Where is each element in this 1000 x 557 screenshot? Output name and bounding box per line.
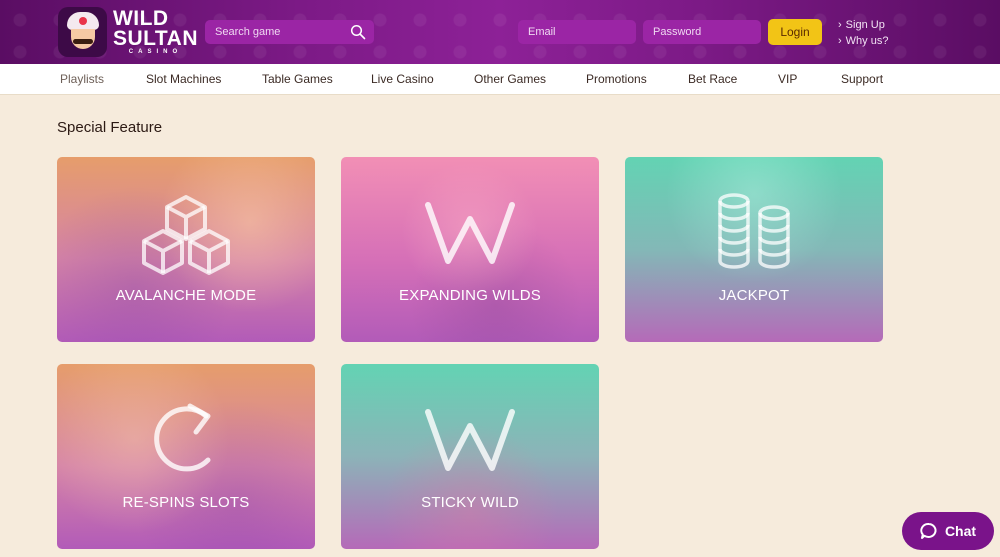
feature-card-jackpot[interactable]: JACKPOT <box>625 157 883 342</box>
nav-item-playlists[interactable]: Playlists <box>60 72 104 86</box>
nav-item-live-casino[interactable]: Live Casino <box>371 72 434 86</box>
logo-line-sultan: SULTAN <box>112 26 198 50</box>
logo-line-casino: CASINO <box>128 48 183 55</box>
signup-link[interactable]: › Sign Up <box>838 17 888 33</box>
feature-card-sticky-wild[interactable]: STICKY WILD <box>341 364 599 549</box>
chat-bubble-icon <box>920 522 937 539</box>
cubes-icon <box>142 195 230 275</box>
feature-label: STICKY WILD <box>421 494 519 511</box>
logo-line-wild: WILD <box>112 6 169 30</box>
login-button[interactable]: Login <box>768 19 822 45</box>
nav-item-other-games[interactable]: Other Games <box>474 72 546 86</box>
nav-item-bet-race[interactable]: Bet Race <box>688 72 737 86</box>
nav-item-support[interactable]: Support <box>841 72 883 86</box>
chevron-right-icon: › <box>838 19 842 31</box>
search-box <box>205 20 374 44</box>
email-field-wrap <box>518 20 636 44</box>
feature-label: RE-SPINS SLOTS <box>122 494 250 511</box>
feature-label: AVALANCHE MODE <box>115 287 257 304</box>
why-us-label: Why us? <box>845 35 889 47</box>
top-header: WILD SULTAN CASINO Login ›Sign Up ›Why u… <box>0 0 1000 64</box>
w-icon <box>425 409 515 471</box>
coin-stacks-icon <box>718 193 790 269</box>
nav-item-vip[interactable]: VIP <box>778 72 797 86</box>
nav-item-slot-machines[interactable]: Slot Machines <box>146 72 221 86</box>
chat-button[interactable]: Chat <box>902 512 994 550</box>
signup-label: Sign Up <box>845 19 885 31</box>
email-field[interactable] <box>518 20 636 44</box>
chevron-right-icon: › <box>838 35 842 47</box>
nav-item-table-games[interactable]: Table Games <box>262 72 333 86</box>
password-field-wrap <box>643 20 761 44</box>
why-us-link[interactable]: › Why us? <box>838 33 888 49</box>
search-icon[interactable] <box>350 24 366 40</box>
sultan-logo-icon <box>58 7 107 57</box>
aux-links: › Sign Up › Why us? <box>838 17 888 49</box>
logo-text: WILD SULTAN CASINO <box>112 6 198 56</box>
nav-item-promotions[interactable]: Promotions <box>586 72 647 86</box>
w-icon <box>425 202 515 264</box>
feature-card-avalanche-mode[interactable]: AVALANCHE MODE <box>57 157 315 342</box>
password-field[interactable] <box>643 20 761 44</box>
feature-card-expanding-wilds[interactable]: EXPANDING WILDS <box>341 157 599 342</box>
section-title: Special Feature <box>57 119 163 136</box>
feature-label: EXPANDING WILDS <box>399 287 541 304</box>
feature-card-re-spins-slots[interactable]: RE-SPINS SLOTS <box>57 364 315 549</box>
chat-label: Chat <box>944 523 977 539</box>
feature-label: JACKPOT <box>718 287 790 304</box>
search-input[interactable] <box>205 20 374 44</box>
main-nav: Playlists Slot Machines Table Games Live… <box>0 64 1000 95</box>
logo[interactable]: WILD SULTAN CASINO <box>58 6 198 58</box>
respin-icon <box>154 403 211 472</box>
